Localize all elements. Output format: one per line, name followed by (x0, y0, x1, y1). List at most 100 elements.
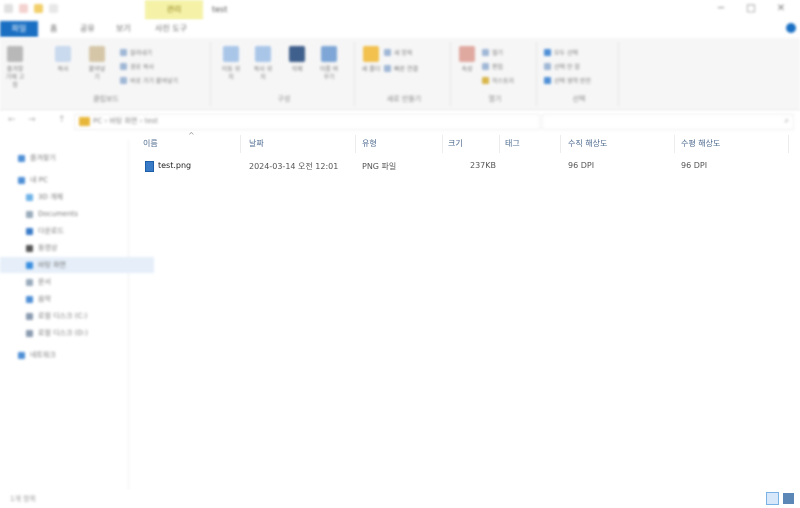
search-input[interactable]: ⌕ (542, 114, 794, 130)
download-icon (26, 227, 33, 235)
ribbon-group-open: 속성 열기 편집 히스토리 열기 (454, 42, 537, 106)
nav-item-this-pc[interactable]: 내 PC (0, 172, 146, 188)
drive-icon (26, 329, 33, 337)
select-none-button[interactable]: 선택 안 함 (544, 62, 580, 71)
edit-icon (482, 63, 489, 70)
select-none-icon (544, 63, 551, 70)
column-divider[interactable] (499, 135, 500, 153)
ribbon-group-clipboard: 즐겨찾기에 고정 복사 붙여넣기 잘라내기 경로 복사 바로 가기 붙여넣기 클… (2, 42, 211, 106)
paste-button[interactable]: 붙여넣기 (86, 46, 108, 82)
tab-home[interactable]: 홈 (50, 21, 57, 37)
file-type: PNG 파일 (362, 162, 397, 171)
address-bar[interactable]: PC › 바탕 화면 › test (74, 114, 540, 130)
nav-item-3d-objects[interactable]: 3D 개체 (0, 189, 154, 205)
ribbon: 즐겨찾기에 고정 복사 붙여넣기 잘라내기 경로 복사 바로 가기 붙여넣기 클… (0, 38, 800, 111)
title-bar: 관리 test ─ □ ✕ (0, 0, 800, 20)
video-icon (26, 244, 33, 252)
easy-access-button[interactable]: 빠른 연결 (384, 64, 418, 73)
document-icon (26, 210, 33, 218)
nav-item-disk-c[interactable]: 로컬 디스크 (C:) (0, 308, 154, 324)
nav-item-quick-access[interactable]: 즐겨찾기 (0, 150, 146, 166)
column-divider[interactable] (240, 135, 241, 153)
open-button[interactable]: 열기 (482, 48, 503, 57)
cut-button[interactable]: 잘라내기 (120, 48, 152, 57)
folder-icon (363, 46, 379, 62)
details-view-button[interactable] (766, 492, 779, 505)
column-header-size[interactable]: 크기 (448, 138, 463, 149)
nav-item-videos[interactable]: 동영상 (0, 240, 154, 256)
music-icon (26, 295, 33, 303)
copy-to-icon (255, 46, 271, 62)
copy-to-button[interactable]: 복사 위치 (252, 46, 274, 82)
app-icon (4, 4, 13, 13)
properties-button[interactable]: 속성 (456, 46, 478, 74)
tab-picture-tools[interactable]: 사진 도구 (155, 21, 187, 37)
column-header-horizontal-resolution[interactable]: 수평 해상도 (681, 138, 720, 149)
column-header-vertical-resolution[interactable]: 수직 해상도 (568, 138, 607, 149)
select-all-button[interactable]: 모두 선택 (544, 48, 578, 57)
file-name[interactable]: test.png (158, 161, 191, 170)
desktop-icon (26, 261, 33, 269)
rename-button[interactable]: 이름 바꾸기 (318, 46, 340, 82)
shortcut-icon (120, 77, 127, 84)
tab-file[interactable]: 파일 (0, 21, 38, 37)
minimize-button[interactable]: ─ (714, 3, 728, 15)
nav-item-disk-d[interactable]: 로컬 디스크 (D:) (0, 325, 154, 341)
up-button[interactable]: ↑ (58, 115, 66, 125)
column-header-date[interactable]: 날짜 (249, 138, 264, 149)
paste-shortcut-button[interactable]: 바로 가기 붙여넣기 (120, 76, 178, 85)
rename-icon (321, 46, 337, 62)
forward-button[interactable]: → (28, 115, 36, 125)
new-item-button[interactable]: 새 항목 (384, 48, 412, 57)
column-divider[interactable] (442, 135, 443, 153)
nav-item-documents[interactable]: Documents (0, 206, 154, 222)
context-tab-title[interactable]: 관리 (145, 0, 203, 20)
delete-button[interactable]: 삭제 (286, 46, 308, 74)
sort-arrow-icon: ^ (188, 131, 195, 140)
column-divider[interactable] (788, 135, 789, 153)
large-icons-view-button[interactable] (783, 493, 794, 504)
file-size: 237KB (470, 161, 497, 170)
maximize-button[interactable]: □ (744, 3, 758, 15)
move-to-button[interactable]: 이동 위치 (220, 46, 242, 82)
navigation-pane: 즐겨찾기 내 PC 3D 개체 Documents 다운로드 동영상 바탕 화면… (0, 140, 154, 490)
column-header-type[interactable]: 유형 (362, 138, 377, 149)
column-divider[interactable] (560, 135, 561, 153)
close-button[interactable]: ✕ (774, 3, 788, 15)
new-folder-icon[interactable] (34, 4, 43, 13)
copy-icon (55, 46, 71, 62)
group-label-new: 새로 만들기 (386, 95, 422, 103)
back-button[interactable]: ← (8, 115, 16, 125)
nav-item-documents-kr[interactable]: 문서 (0, 274, 154, 290)
nav-item-desktop[interactable]: 바탕 화면 (0, 257, 154, 273)
tab-share[interactable]: 공유 (80, 21, 95, 37)
open-icon (482, 49, 489, 56)
column-divider[interactable] (674, 135, 675, 153)
nav-item-music[interactable]: 음악 (0, 291, 154, 307)
pin-icon (7, 46, 23, 62)
nav-item-network[interactable]: 네트워크 (0, 347, 146, 363)
breadcrumb[interactable]: PC › 바탕 화면 › test (93, 116, 158, 126)
invert-icon (544, 77, 551, 84)
pin-button[interactable]: 즐겨찾기에 고정 (4, 46, 26, 90)
column-header-tags[interactable]: 태그 (505, 138, 520, 149)
copy-button[interactable]: 복사 (52, 46, 74, 74)
new-folder-button[interactable]: 새 폴더 (360, 46, 382, 74)
column-header-name[interactable]: 이름 (143, 138, 158, 149)
folder-icon (79, 117, 90, 126)
cube-icon (26, 193, 33, 201)
easy-access-icon (384, 65, 391, 72)
column-divider[interactable] (355, 135, 356, 153)
help-icon[interactable] (786, 23, 796, 33)
ribbon-tabs: 파일 홈 공유 보기 사진 도구 (0, 20, 800, 38)
tab-view[interactable]: 보기 (116, 21, 131, 37)
copy-path-button[interactable]: 경로 복사 (120, 62, 154, 71)
edit-button[interactable]: 편집 (482, 62, 503, 71)
properties-icon[interactable] (19, 4, 28, 13)
dropdown-icon[interactable] (49, 4, 58, 13)
nav-item-downloads[interactable]: 다운로드 (0, 223, 154, 239)
group-label-select: 선택 (572, 95, 586, 103)
history-button[interactable]: 히스토리 (482, 76, 514, 85)
invert-selection-button[interactable]: 선택 영역 반전 (544, 76, 591, 85)
star-icon (18, 154, 25, 162)
